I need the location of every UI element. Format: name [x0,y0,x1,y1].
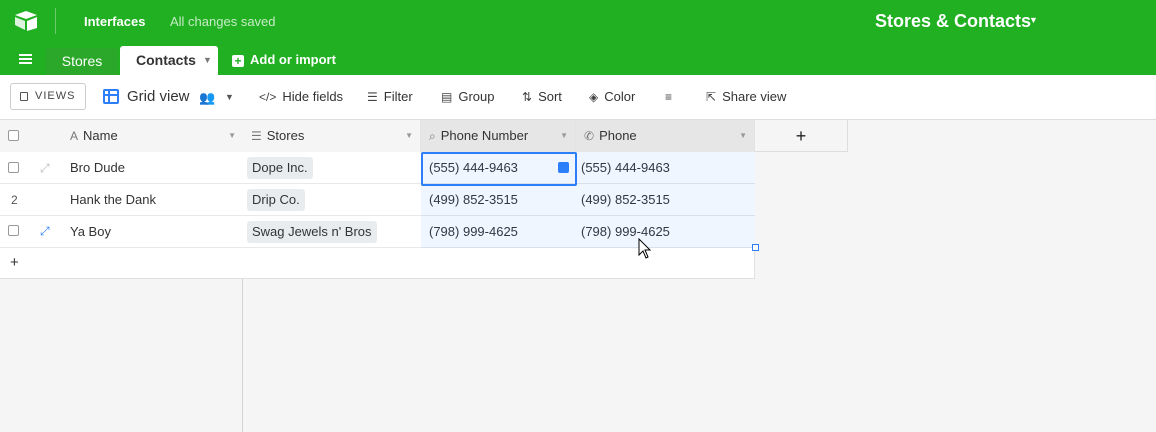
column-label: Phone Number [440,128,529,143]
tab-contacts[interactable]: Contacts ▼ [120,46,218,75]
hide-fields-icon: </> [259,90,277,104]
chevron-down-icon[interactable]: ▼ [225,92,234,102]
lookup-icon: ⌕ [429,129,436,143]
share-view-button[interactable]: ⇱ Share view [706,89,786,104]
name-cell[interactable]: Hank the Dank [62,184,156,215]
collaborators-icon: 👥 [199,90,216,105]
column-header-name[interactable]: A Name ▼ [62,120,243,152]
hide-fields-label: Hide fields [282,89,344,104]
color-button[interactable]: ◈ Color [589,89,635,104]
linked-record-chip[interactable]: Swag Jewels n' Bros [247,221,377,243]
sort-label: Sort [538,89,562,104]
chevron-down-icon[interactable]: ▼ [1029,15,1038,25]
column-label: Phone [599,128,637,143]
select-all-checkbox[interactable] [8,130,19,141]
expand-cell-icon[interactable] [558,162,569,173]
chevron-down-icon[interactable]: ▼ [405,120,413,152]
column-label: Stores [266,128,305,143]
stores-cell[interactable]: Drip Co. [243,184,305,215]
views-button[interactable]: VIEWS [10,83,86,110]
table-row[interactable]: 2 Hank the Dank [0,184,243,216]
linked-record-chip[interactable]: Drip Co. [247,189,305,211]
grid-view-icon [103,89,119,104]
stores-cell[interactable]: Swag Jewels n' Bros [243,216,377,247]
add-or-import-button[interactable]: + Add or import [232,52,336,67]
group-label: Group [458,89,495,104]
add-field-button[interactable]: + [755,120,848,152]
text-icon: A [70,129,79,143]
expand-record-icon[interactable]: ⤢ [40,224,50,239]
row-height-button[interactable]: ≡ [665,89,678,104]
column-header-phone-number[interactable]: ⌕ Phone Number ▼ [421,120,576,152]
row-number: 2 [11,193,18,207]
tab-stores[interactable]: Stores [46,48,118,75]
plus-icon: + [10,254,19,271]
active-cell-outline [421,152,577,186]
mouse-cursor-icon [638,238,652,259]
group-icon: ▤ [441,90,453,104]
stores-cell[interactable]: Dope Inc. [243,152,313,183]
row-checkbox[interactable] [8,225,19,236]
interfaces-link[interactable]: Interfaces [84,14,145,29]
top-bar: Interfaces All changes saved Stores & Co… [0,0,1156,43]
column-label: Name [83,128,118,143]
header-row-left: A Name ▼ [0,120,243,153]
paint-bucket-icon: ◈ [589,90,599,104]
filter-button[interactable]: ☰ Filter [367,89,413,104]
view-name[interactable]: Grid view [127,88,190,105]
save-status: All changes saved [170,14,276,29]
row-checkbox[interactable] [8,162,19,173]
link-icon: ☰ [251,129,262,143]
row-height-icon: ≡ [665,90,673,104]
column-header-phone[interactable]: ✆ Phone ▼ [576,120,755,152]
sort-icon: ⇅ [522,90,533,104]
table-tab-bar: Stores Contacts ▼ + Add or import [0,43,1156,75]
filter-label: Filter [383,89,413,104]
name-cell[interactable]: Bro Dude [62,152,125,183]
view-toolbar: VIEWS Grid view 👥 ▼ </> Hide fields ☰ Filt… [0,75,1156,120]
chevron-down-icon[interactable]: ▼ [203,46,212,75]
color-label: Color [604,89,636,104]
share-icon: ⇱ [706,90,717,104]
chevron-down-icon[interactable]: ▼ [228,120,236,152]
chevron-down-icon[interactable]: ▼ [560,120,568,152]
expand-record-icon[interactable]: ⤢ [40,161,50,176]
table-row[interactable]: ⤢ Ya Boy [0,216,243,248]
table-row[interactable]: ⤢ Bro Dude [0,152,243,184]
name-cell[interactable]: Ya Boy [62,216,111,247]
share-view-label: Share view [722,89,787,104]
hamburger-menu-icon[interactable] [19,54,32,64]
base-title[interactable]: Stores & Contacts [875,11,1031,32]
group-button[interactable]: ▤ Group [441,89,494,104]
add-row-button[interactable]: + [0,248,243,279]
chevron-down-icon[interactable]: ▼ [739,120,747,152]
phone-icon: ✆ [584,129,595,143]
add-row-area[interactable] [243,248,755,279]
fill-handle[interactable] [752,244,759,251]
add-import-label: Add or import [250,52,336,67]
airtable-logo-icon[interactable] [14,10,38,32]
column-header-stores[interactable]: ☰ Stores ▼ [243,120,421,152]
sidebar-icon [20,92,28,101]
sort-button[interactable]: ⇅ Sort [522,89,562,104]
views-label: VIEWS [35,90,76,102]
hide-fields-button[interactable]: </> Hide fields [259,89,343,104]
filter-icon: ☰ [367,90,378,104]
divider [55,8,56,34]
plus-square-icon: + [232,55,244,67]
linked-record-chip[interactable]: Dope Inc. [247,157,313,179]
header-row-right: ☰ Stores ▼ ⌕ Phone Number ▼ ✆ Phone ▼ [243,120,755,153]
tab-label: Contacts [136,52,196,68]
